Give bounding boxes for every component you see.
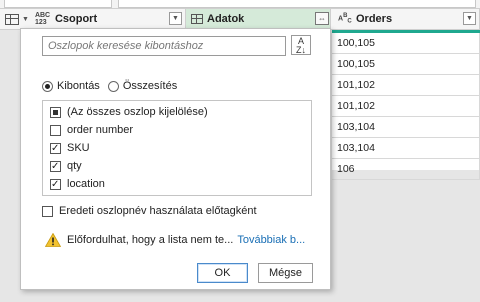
text-type-icon[interactable]: ABC — [338, 13, 352, 26]
table-type-icon — [191, 14, 203, 24]
column-header-adatok[interactable]: Adatok ⇔ — [186, 9, 331, 29]
mode-radio-group: Kibontás Összesítés — [42, 80, 185, 92]
column-name: Csoport — [54, 13, 98, 25]
checkbox[interactable] — [50, 160, 61, 172]
name-box[interactable] — [4, 0, 112, 8]
list-item-label: (Az összes oszlop kijelölése) — [67, 106, 208, 118]
warning-message: Előfordulhat, hogy a lista nem te... Tov… — [45, 233, 305, 247]
list-item-sku[interactable]: SKU — [50, 140, 90, 156]
list-item-select-all[interactable]: (Az összes oszlop kijelölése) — [50, 104, 208, 120]
list-item-label: location — [67, 178, 105, 190]
radio-expand[interactable] — [42, 80, 53, 92]
table-cell[interactable]: 106 — [332, 159, 480, 180]
list-item-location[interactable]: location — [50, 176, 105, 192]
any-type-icon[interactable]: ABC 123 — [35, 12, 51, 26]
search-field[interactable] — [42, 36, 286, 56]
chevron-down-icon[interactable]: ▼ — [22, 16, 29, 23]
checkbox[interactable] — [50, 178, 61, 190]
formula-bar-strip — [0, 0, 480, 9]
formula-box[interactable] — [118, 0, 476, 8]
filter-dropdown-icon[interactable]: ▼ — [169, 12, 182, 25]
column-name: Orders — [356, 13, 393, 25]
filter-dropdown-icon[interactable]: ▼ — [463, 12, 476, 25]
list-item-label: SKU — [67, 142, 90, 154]
more-info-link[interactable]: Továbbiak b... — [237, 234, 305, 246]
table-cell[interactable]: 100,105 — [332, 54, 480, 75]
table-menu-icon[interactable] — [5, 13, 19, 25]
prefix-label: Eredeti oszlopnév használata előtagként — [59, 205, 257, 217]
table-cell[interactable]: 100,105 — [332, 33, 480, 54]
list-item-order-number[interactable]: order number — [50, 122, 133, 138]
warning-text: Előfordulhat, hogy a lista nem te... — [67, 234, 234, 246]
expand-column-icon[interactable]: ⇔ — [315, 12, 329, 25]
prefix-option[interactable]: Eredeti oszlopnév használata előtagként — [42, 205, 257, 217]
table-cell[interactable]: 103,104 — [332, 117, 480, 138]
checkbox[interactable] — [50, 142, 61, 154]
radio-expand-label[interactable]: Kibontás — [57, 80, 100, 92]
column-header-orders[interactable]: ABC Orders ▼ — [332, 9, 480, 29]
list-item-label: qty — [67, 160, 82, 172]
checkbox[interactable] — [50, 124, 61, 136]
grid-header: ▼ ABC 123 Csoport ▼ Adatok ⇔ ABC Orders ▼ — [0, 9, 480, 30]
table-cell[interactable]: 103,104 — [332, 138, 480, 159]
table-cell[interactable]: 101,102 — [332, 75, 480, 96]
radio-aggregate-label[interactable]: Összesítés — [123, 80, 177, 92]
table-cell[interactable]: 101,102 — [332, 96, 480, 117]
list-item-qty[interactable]: qty — [50, 158, 82, 174]
expand-column-popup: AZ↓ Kibontás Összesítés (Az összes oszlo… — [20, 28, 331, 290]
checkbox[interactable] — [50, 106, 61, 118]
ok-button[interactable]: OK — [197, 263, 248, 283]
sort-icon[interactable]: A Z↓ — [291, 35, 311, 55]
column-header-csoport[interactable]: ▼ ABC 123 Csoport ▼ — [0, 9, 186, 29]
orders-column-body: 100,105 100,105 101,102 101,102 103,104 … — [332, 30, 480, 180]
cancel-button[interactable]: Mégse — [258, 263, 313, 283]
column-checkbox-list: (Az összes oszlop kijelölése) order numb… — [42, 100, 312, 196]
warning-icon — [45, 233, 61, 247]
column-name: Adatok — [207, 13, 245, 25]
search-input[interactable] — [43, 37, 285, 55]
prefix-checkbox[interactable] — [42, 205, 53, 217]
radio-aggregate[interactable] — [107, 80, 119, 92]
list-item-label: order number — [67, 124, 134, 136]
